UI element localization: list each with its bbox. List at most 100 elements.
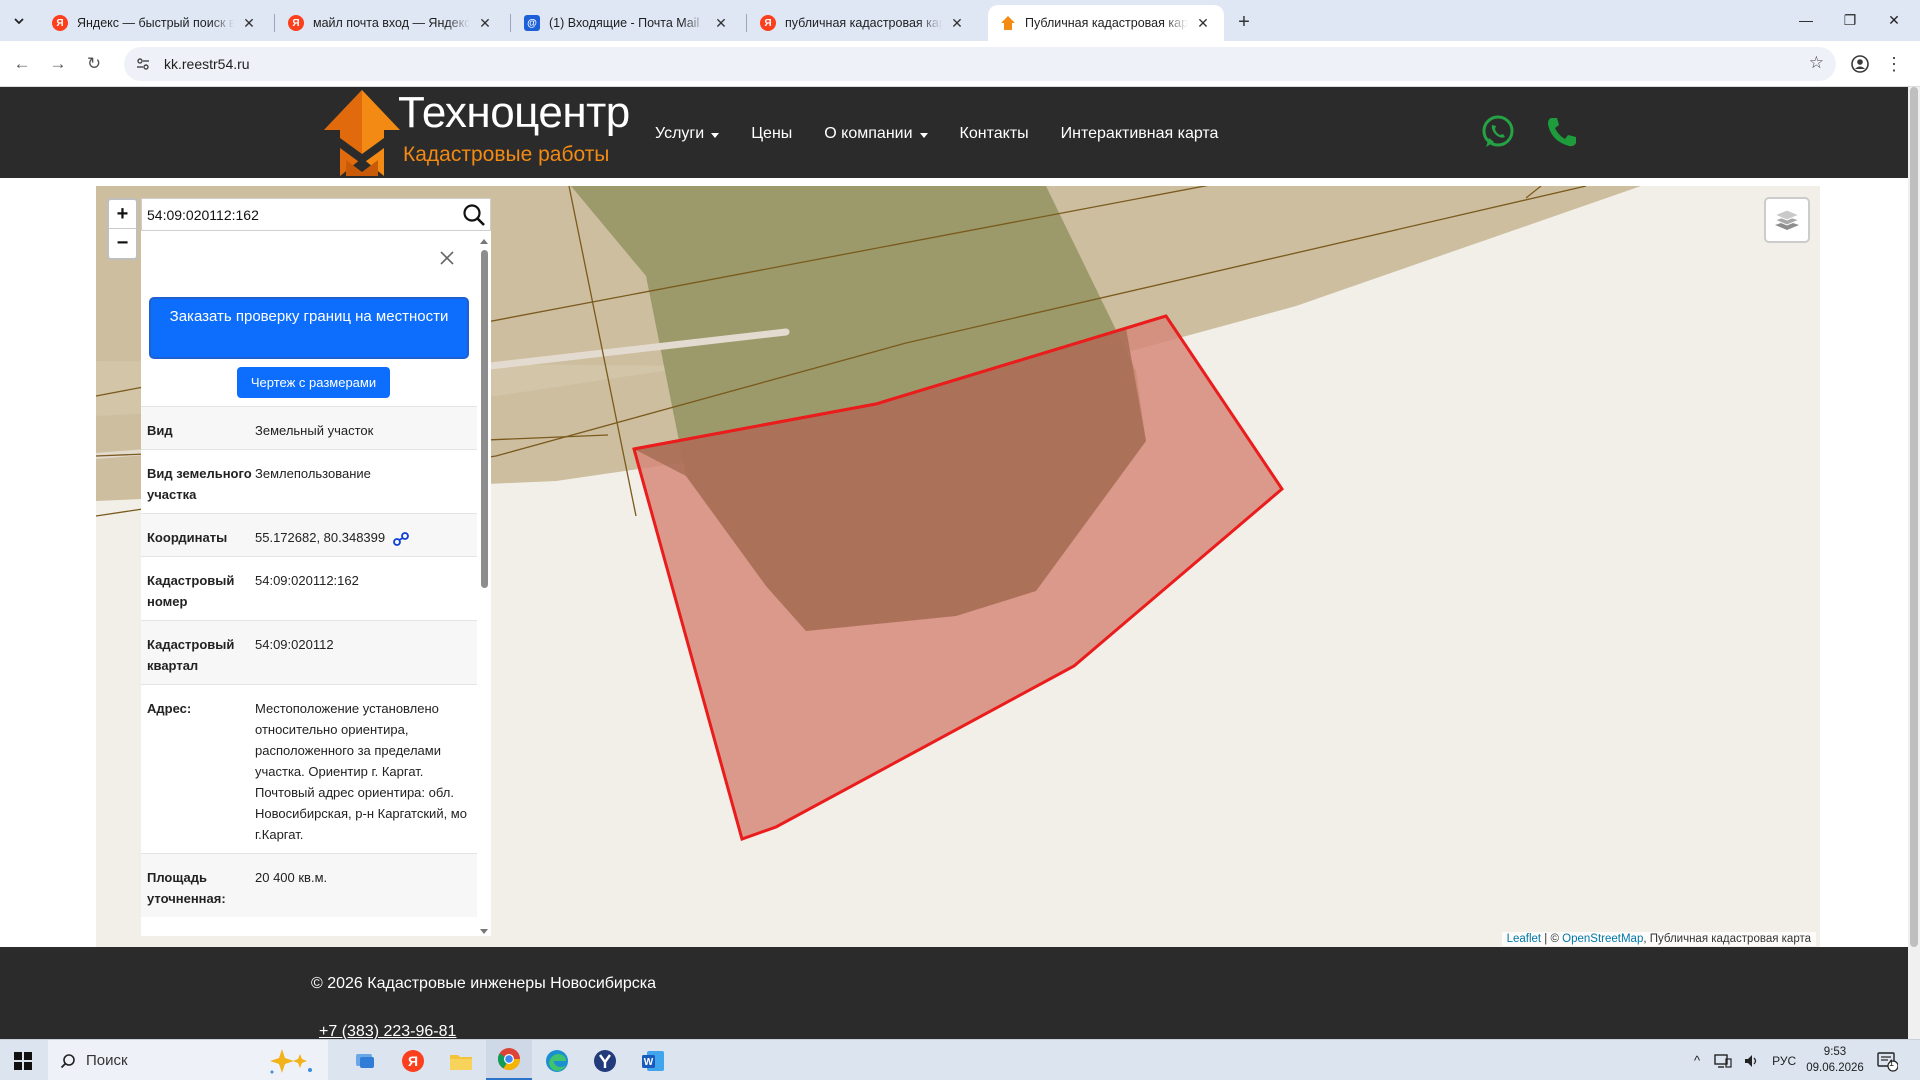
close-icon[interactable] <box>437 248 457 268</box>
site-info-icon[interactable] <box>130 51 156 77</box>
panel-scrollbar[interactable] <box>478 238 491 936</box>
nav-services-label: Услуги <box>655 125 705 142</box>
taskbar-clock[interactable]: 9:53 09.06.2026 <box>1800 1044 1870 1076</box>
nav-prices-label: Цены <box>751 125 793 142</box>
search-icon[interactable] <box>458 199 490 231</box>
nav-about[interactable]: О компании <box>824 125 928 143</box>
caret-down-icon <box>919 132 928 138</box>
zoom-out-button[interactable]: − <box>109 229 136 258</box>
clock-date: 09.06.2026 <box>1806 1062 1864 1074</box>
volume-icon[interactable] <box>1744 1054 1760 1068</box>
nav-prices[interactable]: Цены <box>751 125 792 143</box>
yandex-icon: Я <box>760 15 776 31</box>
attribution-text: , Публичная кадастровая карта <box>1643 933 1811 945</box>
row-value: Местоположение установлено относительно … <box>255 701 467 842</box>
svg-text:W: W <box>644 1057 654 1068</box>
close-tab-icon[interactable]: ✕ <box>476 14 494 32</box>
yandex-app-icon[interactable] <box>582 1040 628 1080</box>
clock-time: 9:53 <box>1823 1046 1847 1058</box>
whatsapp-icon[interactable] <box>1480 114 1516 150</box>
word-icon[interactable]: W <box>630 1040 676 1080</box>
network-icon[interactable] <box>1714 1053 1732 1068</box>
row-label: Вид земельного участка <box>147 466 252 502</box>
bookmark-star-icon[interactable]: ☆ <box>1809 53 1824 73</box>
copilot-sparkle-icon <box>270 1048 312 1073</box>
cadastral-search-box: 54:09:020112:162 <box>141 198 491 231</box>
row-value: 55.172682, 80.348399 <box>255 527 471 548</box>
layers-icon <box>1773 209 1801 230</box>
yandex-icon: Я <box>52 15 68 31</box>
svg-text:Я: Я <box>408 1053 418 1069</box>
scroll-up-icon[interactable] <box>480 239 488 244</box>
chrome-icon[interactable] <box>486 1040 532 1080</box>
notification-center-icon[interactable]: 1 <box>1876 1040 1898 1080</box>
close-tab-icon[interactable]: ✕ <box>240 14 258 32</box>
back-arrow-icon[interactable]: ← <box>8 50 36 78</box>
taskbar-search-placeholder: Поиск <box>86 1052 128 1069</box>
brand-name[interactable]: Техноцентр <box>398 88 630 138</box>
nav-interactive-map-label: Интерактивная карта <box>1060 125 1219 142</box>
close-tab-icon[interactable]: ✕ <box>712 14 730 32</box>
yandex-browser-icon[interactable]: Я <box>390 1040 436 1080</box>
tab-title: (1) Входящие - Почта Mail <box>549 16 700 30</box>
footer-copyright: © 2026 Кадастровые инженеры Новосибирска <box>311 975 657 992</box>
browser-tab-4[interactable]: Я публичная кадастровая карта ✕ <box>748 5 978 41</box>
table-row: Вид Земельный участок <box>141 406 477 449</box>
file-explorer-icon[interactable] <box>438 1040 484 1080</box>
scroll-down-icon[interactable] <box>480 929 488 934</box>
windows-start-icon[interactable] <box>0 1040 46 1080</box>
row-label: Координаты <box>147 530 228 545</box>
attribution-separator: | © <box>1541 933 1563 945</box>
page-scrollbar[interactable] <box>1908 87 1920 1039</box>
technocenter-logo-icon[interactable] <box>322 88 402 178</box>
browser-tab-5-active[interactable]: Публичная кадастровая карта ✕ <box>988 5 1224 41</box>
nav-about-label: О компании <box>824 125 913 142</box>
site-footer: © 2026 Кадастровые инженеры Новосибирска… <box>0 947 1908 1040</box>
new-tab-button[interactable]: + <box>1230 8 1258 36</box>
zoom-in-button[interactable]: + <box>109 200 136 229</box>
forward-arrow-icon[interactable]: → <box>44 50 72 78</box>
taskview-icon[interactable] <box>342 1040 388 1080</box>
tray-chevron-up-icon[interactable]: ^ <box>1694 1053 1700 1068</box>
phone-icon[interactable] <box>1544 114 1580 150</box>
browser-tab-3[interactable]: @ (1) Входящие - Почта Mail ✕ <box>512 5 742 41</box>
profile-icon[interactable] <box>1846 50 1874 78</box>
layers-button[interactable] <box>1764 197 1810 243</box>
browser-tab-2[interactable]: Я майл почта вход — Яндекс: нашлось ✕ <box>276 5 506 41</box>
page-scroll-thumb[interactable] <box>1910 87 1918 947</box>
address-bar[interactable]: kk.reestr54.ru ☆ <box>124 47 1836 81</box>
input-language[interactable]: РУС <box>1772 1054 1796 1068</box>
table-row: Координаты 55.172682, 80.348399 <box>141 513 477 556</box>
osm-link[interactable]: OpenStreetMap <box>1562 933 1643 945</box>
search-icon <box>60 1053 75 1068</box>
nav-services[interactable]: Услуги <box>655 125 720 143</box>
restore-icon[interactable]: ❐ <box>1826 0 1874 40</box>
map-attribution: Leaflet | © OpenStreetMap, Публичная кад… <box>1501 932 1816 946</box>
nav-interactive-map[interactable]: Интерактивная карта <box>1061 125 1219 143</box>
close-tab-icon[interactable]: ✕ <box>1194 14 1212 32</box>
close-window-icon[interactable]: ✕ <box>1870 0 1918 40</box>
tab-search-button[interactable] <box>6 8 32 34</box>
drawing-with-dimensions-button[interactable]: Чертеж с размерами <box>237 367 390 398</box>
tab-title: майл почта вход — Яндекс: нашлось <box>313 16 470 30</box>
reload-icon[interactable]: ↻ <box>80 50 108 78</box>
minimize-icon[interactable]: — <box>1782 0 1830 40</box>
parcel-properties-table: Вид Земельный участок Вид земельного уча… <box>141 406 477 917</box>
yandex-icon: Я <box>288 15 304 31</box>
close-tab-icon[interactable]: ✕ <box>948 14 966 32</box>
route-icon[interactable] <box>392 531 409 546</box>
scroll-thumb[interactable] <box>481 250 488 588</box>
leaflet-link[interactable]: Leaflet <box>1507 933 1542 945</box>
taskbar-search-box[interactable]: Поиск <box>48 1040 328 1080</box>
table-row: Кадастровый номер 54:09:020112:162 <box>141 556 477 620</box>
browser-tab-1[interactable]: Я Яндекс — быстрый поиск в интернете ✕ <box>40 5 270 41</box>
row-label: Адрес: <box>147 701 192 716</box>
search-input[interactable]: 54:09:020112:162 <box>147 207 458 223</box>
browser-menu-icon[interactable]: ⋮ <box>1880 50 1908 78</box>
order-boundary-check-button[interactable]: Заказать проверку границ на местности <box>149 297 469 359</box>
edge-icon[interactable] <box>534 1040 580 1080</box>
table-row: Адрес: Местоположение установлено относи… <box>141 684 477 853</box>
url-text[interactable]: kk.reestr54.ru <box>164 56 250 72</box>
nav-contacts[interactable]: Контакты <box>960 125 1029 143</box>
zoom-control: + − <box>107 198 138 260</box>
